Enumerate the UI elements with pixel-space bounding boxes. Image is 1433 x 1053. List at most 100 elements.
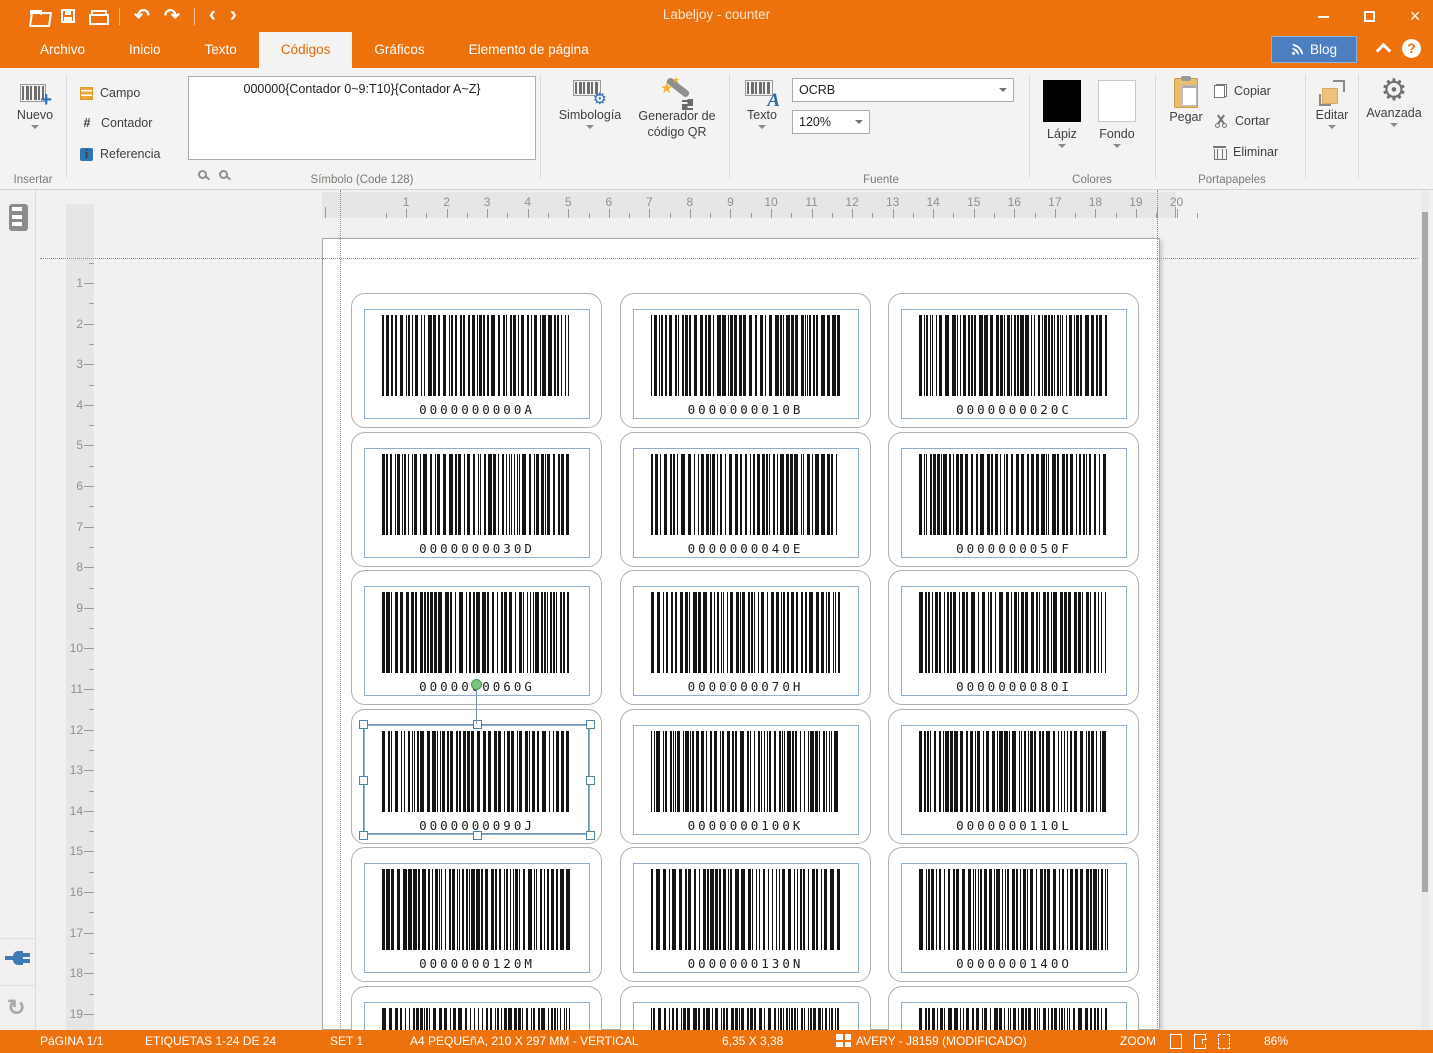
minimize-button[interactable] [1313,8,1333,25]
referencia-button[interactable]: i Referencia [80,143,160,165]
status-set[interactable]: SET 1 [330,1034,363,1048]
scrollbar-thumb[interactable] [1422,212,1428,892]
forward-icon[interactable]: › [230,4,237,25]
barcode-element[interactable]: 0000000140O [901,863,1127,974]
open-file-icon[interactable] [30,9,47,23]
undo-icon[interactable]: ↶ [134,7,150,26]
resize-handle[interactable] [586,775,595,785]
redo-icon[interactable]: ↷ [164,7,180,26]
resize-handle[interactable] [473,719,482,729]
barcode-element[interactable]: 0000000020C [901,309,1127,419]
tab-códigos[interactable]: Códigos [258,32,353,68]
tab-archivo[interactable]: Archivo [18,32,107,68]
copiar-button[interactable]: Copiar [1214,80,1271,102]
qr-generator-button[interactable]: ★ ★ Generador de código QR [626,76,728,140]
tab-inicio[interactable]: Inicio [107,32,183,68]
resize-handle[interactable] [359,830,368,840]
label-sticker[interactable]: 0000000070H [619,570,871,706]
resize-handle[interactable] [359,719,368,729]
font-size-select[interactable]: 120% [792,110,870,134]
resize-handle[interactable] [473,830,482,840]
barcode-element[interactable]: 0000000040E [632,447,859,558]
label-sticker[interactable]: 0000000080I [888,570,1139,706]
label-sticker[interactable]: 0000000100K [619,708,871,844]
label-sticker[interactable] [888,986,1139,1030]
barcode-element[interactable]: 0000000050F [901,447,1127,558]
barcode-element[interactable]: 0000000100K [632,724,859,835]
label-sticker[interactable]: 0000000130N [619,847,871,983]
barcode-element[interactable]: 0000000000A [364,309,590,419]
cortar-button[interactable]: Cortar [1214,110,1270,132]
barcode-element[interactable]: 0000000080I [901,586,1127,697]
barcode-element[interactable]: 0000000030D [364,447,590,558]
back-icon[interactable]: ‹ [209,4,216,25]
save-icon[interactable] [61,9,75,23]
barcode-element[interactable] [632,1002,859,1030]
collapse-ribbon-icon[interactable] [1377,42,1389,54]
print-icon[interactable] [89,9,109,25]
resize-handle[interactable] [359,775,368,785]
barcode-element[interactable]: 0000000120M [364,863,590,974]
label-sticker[interactable]: 0000000010B [619,293,871,428]
status-template[interactable]: AVERY - J8159 (MODIFICADO) [856,1034,1027,1048]
status-labels-range[interactable]: ETIQUETAS 1-24 DE 24 [145,1034,276,1048]
zoom-fit-page-icon[interactable] [1170,1034,1182,1049]
help-icon[interactable]: ? [1402,39,1421,58]
label-sticker[interactable]: 0000000020C [888,293,1139,428]
chevron-down-icon [855,120,863,124]
refresh-icon[interactable]: ↻ [7,995,25,1021]
simbologia-button[interactable]: ⚙ Simbología [546,80,634,129]
zoom-fit-width-icon[interactable] [1194,1034,1207,1049]
status-paper-format[interactable]: A4 PEQUEñA, 210 X 297 MM - VERTICAL [410,1034,639,1048]
status-label-size[interactable]: 6,35 X 3,38 [722,1034,783,1048]
symbol-formula-box[interactable]: 000000{Contador 0~9:T10}{Contador A~Z} [188,76,536,160]
barcode-element[interactable] [901,1002,1127,1030]
fondo-button[interactable]: Fondo [1094,80,1140,148]
nuevo-button[interactable]: + Nuevo [6,84,64,129]
tab-elemento-de-página[interactable]: Elemento de página [447,32,611,68]
tab-gráficos[interactable]: Gráficos [352,32,446,68]
vertical-scrollbar[interactable] [1421,190,1429,1030]
barcode-element[interactable] [364,1002,590,1030]
selection-frame[interactable] [359,719,595,840]
texto-button[interactable]: A Texto [736,80,788,129]
label-sticker[interactable]: 0000000050F [888,431,1139,567]
label-sticker[interactable] [351,986,602,1030]
design-canvas[interactable]: 1 2 3 4 5 6 7 8 9 10 11 12 13 14 15 16 17 18 19 20 12345678… [0,190,1433,1030]
contador-button[interactable]: # Contador [80,112,153,134]
editar-button[interactable]: Editar [1308,80,1356,129]
data-fields-icon[interactable] [9,204,28,231]
eliminar-button[interactable]: Eliminar [1213,141,1278,163]
rotation-handle[interactable] [470,678,482,690]
tab-texto[interactable]: Texto [183,32,259,68]
barcode-bars [382,869,572,951]
barcode-element[interactable]: 0000000070H [632,586,859,697]
label-sticker[interactable]: 0000000000A [351,293,602,428]
close-button[interactable]: × [1405,6,1425,27]
barcode-element[interactable]: 0000000110L [901,724,1127,835]
barcode-element[interactable]: 0000000130N [632,863,859,974]
barcode-bars [382,315,572,396]
pegar-button[interactable]: Pegar [1162,76,1210,124]
zoom-fit-selection-icon[interactable] [1218,1034,1230,1049]
status-page[interactable]: PáGINA 1/1 [40,1034,103,1048]
label-sticker[interactable]: 0000000120M [351,847,602,983]
label-sticker[interactable]: 0000000140O [888,847,1139,983]
label-sticker[interactable]: 0000000030D [351,431,602,567]
barcode-element[interactable]: 0000000010B [632,309,859,419]
label-sticker[interactable]: 0000000040E [619,431,871,567]
avanzada-button[interactable]: ⚙ Avanzada [1360,76,1428,127]
maximize-button[interactable] [1359,8,1379,25]
campo-button[interactable]: Campo [80,82,140,104]
font-family-select[interactable]: OCRB [792,78,1014,102]
status-zoom-value[interactable]: 86% [1264,1034,1288,1048]
blog-button[interactable]: Blog [1271,36,1357,63]
resize-handle[interactable] [586,830,595,840]
resize-handle[interactable] [586,719,595,729]
label-sticker[interactable]: 0000000110L [888,708,1139,844]
h-ruler-number: 16 [1007,195,1021,209]
v-ruler-number: 13 [69,763,83,778]
plugin-connect-icon[interactable] [5,948,31,968]
label-sticker[interactable] [619,986,871,1030]
lapiz-button[interactable]: Lápiz [1040,80,1084,148]
